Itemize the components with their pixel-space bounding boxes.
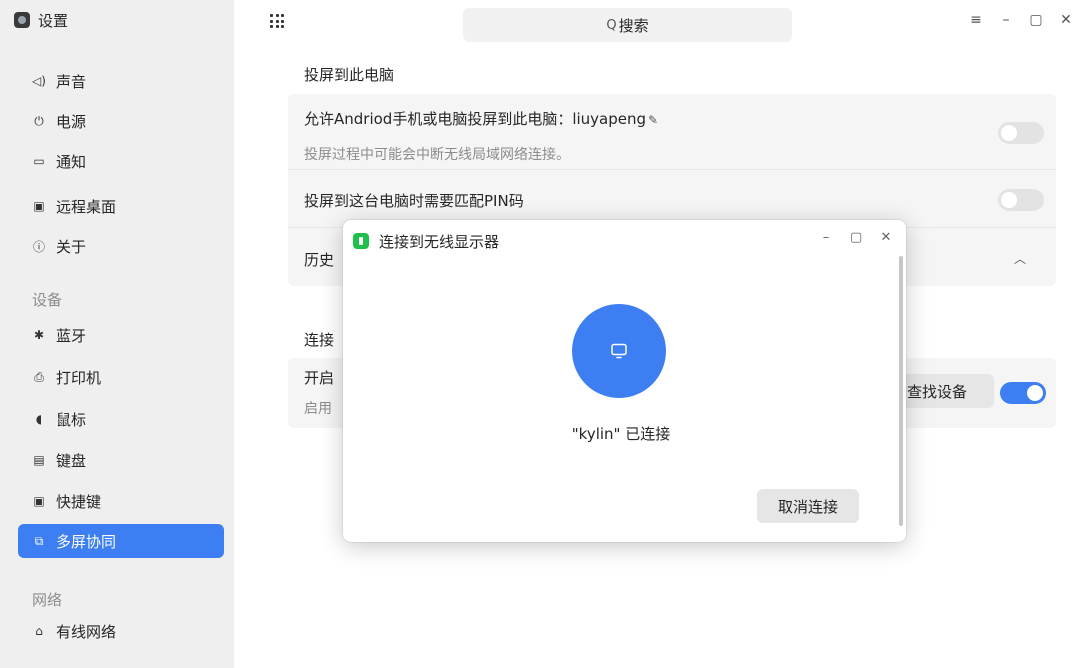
sidebar-item-label: 通知 <box>56 152 87 171</box>
info-icon: ⓘ <box>32 239 45 254</box>
printer-icon: ⎙ <box>34 369 44 384</box>
connection-status: "kylin" 已连接 <box>571 425 671 443</box>
minimize-icon[interactable]: – <box>820 230 832 245</box>
allow-cast-toggle[interactable] <box>998 122 1044 144</box>
sidebar-item-label: 多屏协同 <box>56 532 117 551</box>
wireless-display-dialog: 连接到无线显示器 – ▢ ✕ "kylin" 已连接 取消连接 <box>343 220 906 542</box>
sidebar-item-sound[interactable]: ◁) 声音 <box>18 64 224 98</box>
keyboard-icon: ▤ <box>33 453 45 467</box>
pin-required-toggle[interactable] <box>998 189 1044 211</box>
sidebar-item-about[interactable]: ⓘ 关于 <box>18 229 224 263</box>
sidebar-item-label: 鼠标 <box>56 410 87 429</box>
open-toggle[interactable] <box>1000 382 1046 404</box>
allow-cast-label: 允许Andriod手机或电脑投屏到此电脑：liuyapeng ✎ <box>304 108 658 129</box>
monitor-badge <box>572 304 666 398</box>
shortcut-icon: ▣ <box>33 494 45 508</box>
dialog-window-controls: – ▢ ✕ <box>820 230 892 245</box>
remote-desktop-icon: ▣ <box>33 199 45 213</box>
sidebar-item-remote-desktop[interactable]: ▣ 远程桌面 <box>18 189 224 223</box>
sidebar-item-label: 快捷键 <box>56 492 102 511</box>
power-icon: ⏻ <box>34 113 44 128</box>
menu-icon[interactable]: ≡ <box>969 12 983 28</box>
minimize-icon[interactable]: – <box>999 12 1013 28</box>
sidebar-item-bluetooth[interactable]: ✱ 蓝牙 <box>18 318 224 352</box>
allow-cast-text: 允许Andriod手机或电脑投屏到此电脑：liuyapeng <box>304 110 647 128</box>
sidebar-item-shortcut[interactable]: ▣ 快捷键 <box>18 484 224 518</box>
app-grid-icon[interactable] <box>270 14 284 28</box>
cast-app-icon <box>353 233 369 249</box>
settings-app-icon <box>14 12 30 28</box>
sidebar-item-wired-network[interactable]: ⌂ 有线网络 <box>18 614 224 648</box>
cancel-connection-button[interactable]: 取消连接 <box>757 489 859 523</box>
app-title-bar: 设置 <box>14 8 68 32</box>
close-icon[interactable]: ✕ <box>880 230 892 245</box>
sidebar-item-mouse[interactable]: ◖ 鼠标 <box>18 402 224 436</box>
section-title-connect: 连接 <box>304 331 335 349</box>
divider <box>288 169 1056 170</box>
sidebar-item-label: 关于 <box>56 237 87 256</box>
sidebar-item-label: 远程桌面 <box>56 197 117 216</box>
search-icon: Q <box>606 17 617 33</box>
search-placeholder: 搜索 <box>618 16 649 35</box>
wired-network-icon: ⌂ <box>35 624 43 638</box>
notification-icon: ▭ <box>33 154 45 168</box>
sidebar-item-printer[interactable]: ⎙ 打印机 <box>18 360 224 394</box>
open-label: 开启 <box>304 369 335 387</box>
sidebar-item-power[interactable]: ⏻ 电源 <box>18 104 224 138</box>
allow-cast-subtext: 投屏过程中可能会中断无线局域网络连接。 <box>304 147 570 163</box>
sidebar-item-label: 蓝牙 <box>56 326 87 345</box>
search-input[interactable]: Q 搜索 <box>463 8 792 42</box>
sidebar-item-label: 键盘 <box>56 451 87 470</box>
maximize-icon[interactable]: ▢ <box>850 230 862 245</box>
edit-icon[interactable]: ✎ <box>648 113 658 127</box>
bluetooth-icon: ✱ <box>33 328 45 342</box>
sidebar: 设置 ◁) 声音 ⏻ 电源 ▭ 通知 ▣ 远程桌面 ⓘ 关于 设备 ✱ 蓝牙 ⎙… <box>0 0 234 668</box>
dialog-scrollbar[interactable] <box>899 256 903 526</box>
multi-screen-icon: ⧉ <box>34 533 44 548</box>
section-title-cast-to-pc: 投屏到此电脑 <box>304 66 395 84</box>
history-label[interactable]: 历史 <box>304 249 334 270</box>
dialog-title: 连接到无线显示器 <box>379 233 500 251</box>
enable-label: 启用 <box>304 401 332 417</box>
sidebar-item-multi-screen[interactable]: ⧉ 多屏协同 <box>18 524 224 558</box>
mouse-icon: ◖ <box>35 412 43 426</box>
monitor-icon <box>611 343 627 359</box>
pin-required-label: 投屏到这台电脑时需要匹配PIN码 <box>304 192 524 210</box>
sidebar-item-notification[interactable]: ▭ 通知 <box>18 144 224 178</box>
window-controls: ≡ – ▢ ✕ <box>969 12 1073 28</box>
sidebar-group-device: 设备 <box>32 291 63 309</box>
close-icon[interactable]: ✕ <box>1059 12 1073 28</box>
sidebar-item-keyboard[interactable]: ▤ 键盘 <box>18 443 224 477</box>
sidebar-item-label: 电源 <box>56 112 87 131</box>
sidebar-item-label: 打印机 <box>56 368 102 387</box>
maximize-icon[interactable]: ▢ <box>1029 12 1043 28</box>
speaker-icon: ◁) <box>32 74 46 88</box>
sidebar-item-label: 有线网络 <box>56 622 117 641</box>
app-title: 设置 <box>38 11 69 30</box>
sidebar-item-label: 声音 <box>56 72 87 91</box>
chevron-up-icon[interactable]: ︿ <box>1014 250 1026 267</box>
sidebar-group-network: 网络 <box>32 591 63 609</box>
